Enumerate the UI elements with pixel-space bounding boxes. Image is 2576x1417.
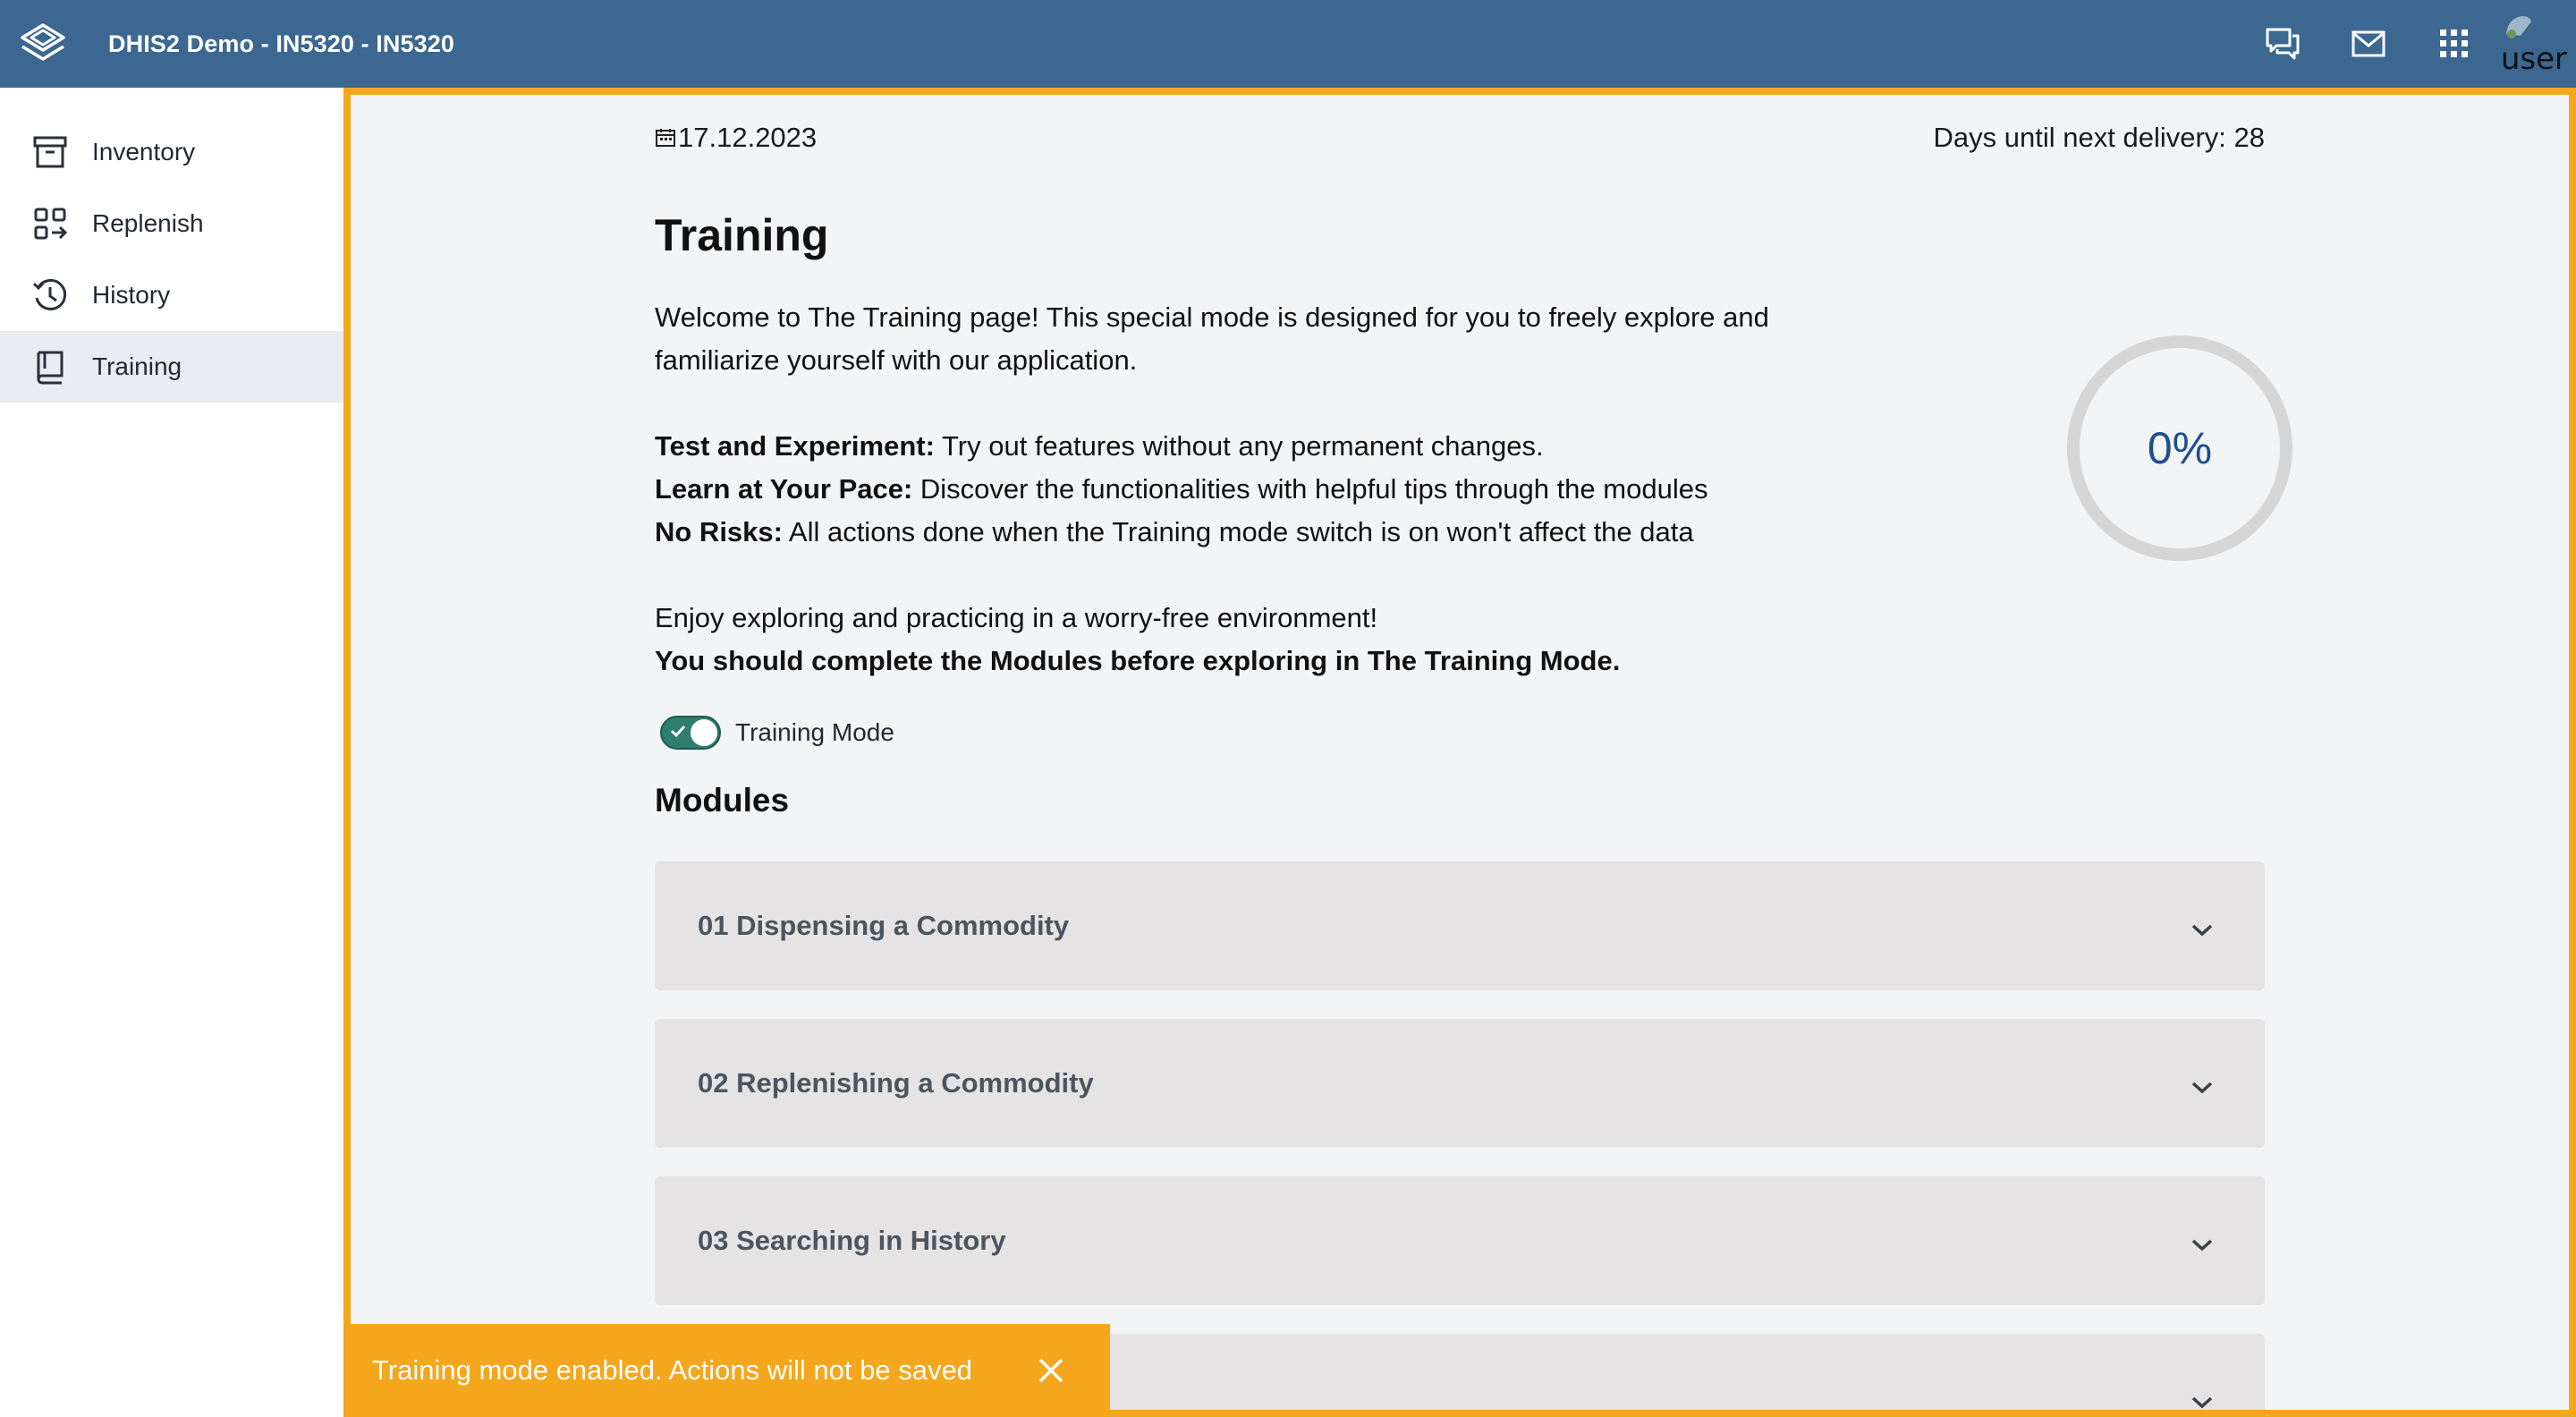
chevron-down-icon[interactable] [2184, 1227, 2220, 1263]
sidebar-item-label: Inventory [92, 138, 196, 165]
enjoy-line: Enjoy exploring and practicing in a worr… [655, 602, 1378, 633]
module-accordion-01[interactable]: 01 Dispensing a Commodity [655, 861, 2265, 990]
feature-heading: Learn at Your Pace: [655, 473, 913, 505]
intro-text: Welcome to The Training page! This speci… [655, 296, 1853, 382]
header-bar: DHIS2 Demo - IN5320 - IN5320 user [0, 0, 2576, 88]
dhis2-logo-icon[interactable] [0, 0, 86, 88]
book-icon [30, 347, 70, 386]
page-title: Training [655, 210, 829, 260]
messages-icon[interactable] [2326, 0, 2411, 88]
sidebar-item-label: Training [92, 352, 182, 380]
training-mode-switch[interactable] [660, 716, 721, 750]
archive-box-icon [30, 132, 70, 172]
days-until-delivery: Days until next delivery: 28 [1933, 122, 2265, 153]
sidebar-item-replenish[interactable]: Replenish [0, 188, 343, 259]
training-mode-label: Training Mode [735, 718, 894, 746]
intro-line: Welcome to The Training page! This speci… [655, 301, 1769, 333]
sidebar: Inventory Replenish History Training [0, 88, 343, 1417]
app-title: DHIS2 Demo - IN5320 - IN5320 [108, 30, 454, 57]
module-title: 02 Replenishing a Commodity [698, 1067, 1094, 1099]
progress-percent: 0% [2147, 423, 2213, 473]
feature-item: No Risks: All actions done when the Trai… [655, 511, 1707, 554]
replenish-icon [30, 204, 70, 243]
calendar-icon [655, 127, 676, 148]
feature-text: Try out features without any permanent c… [934, 430, 1544, 462]
module-accordion-02[interactable]: 02 Replenishing a Commodity [655, 1019, 2265, 1148]
check-icon [670, 725, 686, 738]
intro-line: familiarize yourself with our applicatio… [655, 344, 1138, 376]
feature-list: Test and Experiment: Try out features wi… [655, 425, 1707, 554]
interpretations-icon[interactable] [2240, 0, 2326, 88]
sidebar-item-inventory[interactable]: Inventory [0, 116, 343, 188]
training-progress: 0% [2064, 333, 2295, 564]
module-accordion-03[interactable]: 03 Searching in History [655, 1176, 2265, 1305]
sidebar-item-history[interactable]: History [0, 259, 343, 331]
chevron-down-icon[interactable] [2184, 1385, 2220, 1410]
snackbar-message: Training mode enabled. Actions will not … [372, 1354, 972, 1386]
user-avatar-alt-text: user [2500, 41, 2567, 77]
must-complete-notice: You should complete the Modules before e… [655, 645, 1621, 676]
enjoy-text: Enjoy exploring and practicing in a worr… [655, 597, 1620, 683]
apps-icon[interactable] [2411, 0, 2497, 88]
training-mode-snackbar: Training mode enabled. Actions will not … [343, 1324, 1110, 1417]
main-content: 17.12.2023 Days until next delivery: 28 … [343, 88, 2576, 1417]
feature-item: Test and Experiment: Try out features wi… [655, 425, 1707, 468]
modules-heading: Modules [655, 782, 790, 819]
sidebar-item-label: History [92, 281, 171, 309]
feature-item: Learn at Your Pace: Discover the functio… [655, 468, 1707, 511]
feature-text: All actions done when the Training mode … [782, 516, 1694, 547]
date-text: 17.12.2023 [678, 122, 818, 153]
module-title: 01 Dispensing a Commodity [698, 910, 1070, 941]
switch-knob [691, 719, 717, 746]
close-icon[interactable] [1033, 1353, 1069, 1388]
chevron-down-icon[interactable] [2184, 912, 2220, 948]
feature-text: Discover the functionalities with helpfu… [912, 473, 1708, 505]
user-avatar[interactable]: user [2501, 13, 2567, 77]
current-date: 17.12.2023 [655, 122, 817, 154]
chevron-down-icon[interactable] [2184, 1070, 2220, 1106]
sidebar-item-label: Replenish [92, 209, 204, 237]
module-title: 03 Searching in History [698, 1225, 1006, 1256]
feature-heading: No Risks: [655, 516, 783, 547]
history-clock-icon [30, 276, 70, 315]
feature-heading: Test and Experiment: [655, 430, 935, 462]
sidebar-item-training[interactable]: Training [0, 331, 343, 403]
